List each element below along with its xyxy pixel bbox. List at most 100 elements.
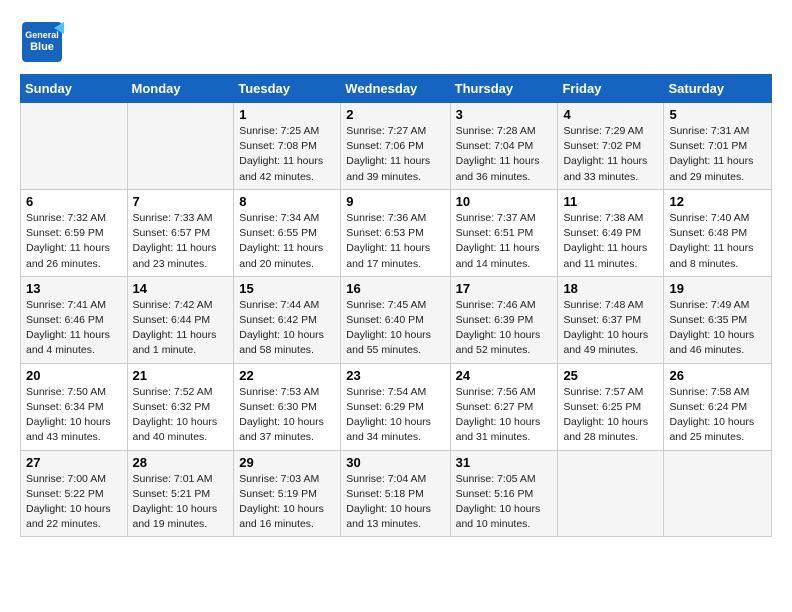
calendar-cell: 28 Sunrise: 7:01 AM Sunset: 5:21 PM Dayli… [127,450,234,537]
day-info: Sunrise: 7:50 AM Sunset: 6:34 PM Dayligh… [26,385,122,446]
calendar-cell: 24 Sunrise: 7:56 AM Sunset: 6:27 PM Dayli… [450,363,558,450]
calendar-week-4: 20 Sunrise: 7:50 AM Sunset: 6:34 PM Dayli… [21,363,772,450]
day-number: 24 [456,368,553,383]
day-number: 27 [26,455,122,470]
header-saturday: Saturday [664,75,772,103]
day-info: Sunrise: 7:27 AM Sunset: 7:06 PM Dayligh… [346,124,444,185]
day-info: Sunrise: 7:48 AM Sunset: 6:37 PM Dayligh… [563,298,658,359]
day-info: Sunrise: 7:57 AM Sunset: 6:25 PM Dayligh… [563,385,658,446]
day-info: Sunrise: 7:53 AM Sunset: 6:30 PM Dayligh… [239,385,335,446]
day-number: 20 [26,368,122,383]
day-number: 18 [563,281,658,296]
calendar-cell [558,450,664,537]
calendar-cell: 4 Sunrise: 7:29 AM Sunset: 7:02 PM Daylig… [558,103,664,190]
day-info: Sunrise: 7:25 AM Sunset: 7:08 PM Dayligh… [239,124,335,185]
day-info: Sunrise: 7:49 AM Sunset: 6:35 PM Dayligh… [669,298,766,359]
day-info: Sunrise: 7:34 AM Sunset: 6:55 PM Dayligh… [239,211,335,272]
logo: General Blue [20,20,64,64]
calendar-cell [664,450,772,537]
day-number: 9 [346,194,444,209]
day-info: Sunrise: 7:33 AM Sunset: 6:57 PM Dayligh… [133,211,229,272]
day-info: Sunrise: 7:38 AM Sunset: 6:49 PM Dayligh… [563,211,658,272]
day-info: Sunrise: 7:37 AM Sunset: 6:51 PM Dayligh… [456,211,553,272]
calendar-cell: 21Sunrise: 7:52 AM Sunset: 6:32 PM Dayli… [127,363,234,450]
day-info: Sunrise: 7:00 AM Sunset: 5:22 PM Dayligh… [26,472,122,533]
day-number: 1 [239,107,335,122]
calendar-week-2: 6 Sunrise: 7:32 AM Sunset: 6:59 PM Daylig… [21,189,772,276]
day-number: 25 [563,368,658,383]
day-info: Sunrise: 7:42 AM Sunset: 6:44 PM Dayligh… [133,298,229,359]
day-number: 5 [669,107,766,122]
calendar-cell: 6 Sunrise: 7:32 AM Sunset: 6:59 PM Daylig… [21,189,128,276]
day-number: 19 [669,281,766,296]
header-thursday: Thursday [450,75,558,103]
calendar-cell: 9 Sunrise: 7:36 AM Sunset: 6:53 PM Daylig… [341,189,450,276]
calendar-cell: 8Sunrise: 7:34 AM Sunset: 6:55 PM Daylig… [234,189,341,276]
day-number: 28 [133,455,229,470]
day-number: 13 [26,281,122,296]
day-number: 12 [669,194,766,209]
day-info: Sunrise: 7:01 AM Sunset: 5:21 PM Dayligh… [133,472,229,533]
calendar-cell: 25 Sunrise: 7:57 AM Sunset: 6:25 PM Dayli… [558,363,664,450]
day-info: Sunrise: 7:36 AM Sunset: 6:53 PM Dayligh… [346,211,444,272]
svg-text:General: General [25,30,59,40]
day-info: Sunrise: 7:04 AM Sunset: 5:18 PM Dayligh… [346,472,444,533]
calendar-cell: 7 Sunrise: 7:33 AM Sunset: 6:57 PM Daylig… [127,189,234,276]
header-monday: Monday [127,75,234,103]
calendar-cell: 23 Sunrise: 7:54 AM Sunset: 6:29 PM Dayli… [341,363,450,450]
calendar-cell: 26 Sunrise: 7:58 AM Sunset: 6:24 PM Dayli… [664,363,772,450]
header-friday: Friday [558,75,664,103]
day-number: 2 [346,107,444,122]
calendar-cell: 16Sunrise: 7:45 AM Sunset: 6:40 PM Dayli… [341,276,450,363]
calendar-cell [21,103,128,190]
day-number: 4 [563,107,658,122]
day-number: 29 [239,455,335,470]
day-number: 11 [563,194,658,209]
day-number: 23 [346,368,444,383]
day-number: 30 [346,455,444,470]
header-tuesday: Tuesday [234,75,341,103]
day-info: Sunrise: 7:29 AM Sunset: 7:02 PM Dayligh… [563,124,658,185]
day-info: Sunrise: 7:44 AM Sunset: 6:42 PM Dayligh… [239,298,335,359]
svg-text:Blue: Blue [30,41,54,53]
calendar-cell [127,103,234,190]
day-info: Sunrise: 7:56 AM Sunset: 6:27 PM Dayligh… [456,385,553,446]
calendar-cell: 30 Sunrise: 7:04 AM Sunset: 5:18 PM Dayli… [341,450,450,537]
calendar-week-5: 27 Sunrise: 7:00 AM Sunset: 5:22 PM Dayli… [21,450,772,537]
calendar-week-3: 13 Sunrise: 7:41 AM Sunset: 6:46 PM Dayli… [21,276,772,363]
day-number: 14 [133,281,229,296]
calendar-cell: 18 Sunrise: 7:48 AM Sunset: 6:37 PM Dayli… [558,276,664,363]
calendar-cell: 22 Sunrise: 7:53 AM Sunset: 6:30 PM Dayli… [234,363,341,450]
day-info: Sunrise: 7:52 AM Sunset: 6:32 PM Dayligh… [133,385,229,446]
header-wednesday: Wednesday [341,75,450,103]
day-info: Sunrise: 7:58 AM Sunset: 6:24 PM Dayligh… [669,385,766,446]
day-info: Sunrise: 7:32 AM Sunset: 6:59 PM Dayligh… [26,211,122,272]
day-info: Sunrise: 7:03 AM Sunset: 5:19 PM Dayligh… [239,472,335,533]
calendar-cell: 2 Sunrise: 7:27 AM Sunset: 7:06 PM Daylig… [341,103,450,190]
day-info: Sunrise: 7:46 AM Sunset: 6:39 PM Dayligh… [456,298,553,359]
day-info: Sunrise: 7:41 AM Sunset: 6:46 PM Dayligh… [26,298,122,359]
header-sunday: Sunday [21,75,128,103]
day-number: 7 [133,194,229,209]
calendar-cell: 20 Sunrise: 7:50 AM Sunset: 6:34 PM Dayli… [21,363,128,450]
calendar-cell: 1 Sunrise: 7:25 AM Sunset: 7:08 PM Daylig… [234,103,341,190]
day-info: Sunrise: 7:28 AM Sunset: 7:04 PM Dayligh… [456,124,553,185]
calendar-cell: 29 Sunrise: 7:03 AM Sunset: 5:19 PM Dayli… [234,450,341,537]
calendar-cell: 17 Sunrise: 7:46 AM Sunset: 6:39 PM Dayli… [450,276,558,363]
header: General Blue [20,20,772,64]
calendar-cell: 31Sunrise: 7:05 AM Sunset: 5:16 PM Dayli… [450,450,558,537]
day-number: 17 [456,281,553,296]
day-info: Sunrise: 7:54 AM Sunset: 6:29 PM Dayligh… [346,385,444,446]
day-number: 26 [669,368,766,383]
calendar-week-1: 1 Sunrise: 7:25 AM Sunset: 7:08 PM Daylig… [21,103,772,190]
day-number: 3 [456,107,553,122]
calendar-cell: 13 Sunrise: 7:41 AM Sunset: 6:46 PM Dayli… [21,276,128,363]
calendar-cell: 5Sunrise: 7:31 AM Sunset: 7:01 PM Daylig… [664,103,772,190]
day-info: Sunrise: 7:05 AM Sunset: 5:16 PM Dayligh… [456,472,553,533]
logo-icon: General Blue [20,20,64,64]
calendar-cell: 12Sunrise: 7:40 AM Sunset: 6:48 PM Dayli… [664,189,772,276]
day-number: 6 [26,194,122,209]
calendar-cell: 15Sunrise: 7:44 AM Sunset: 6:42 PM Dayli… [234,276,341,363]
day-number: 22 [239,368,335,383]
day-info: Sunrise: 7:45 AM Sunset: 6:40 PM Dayligh… [346,298,444,359]
